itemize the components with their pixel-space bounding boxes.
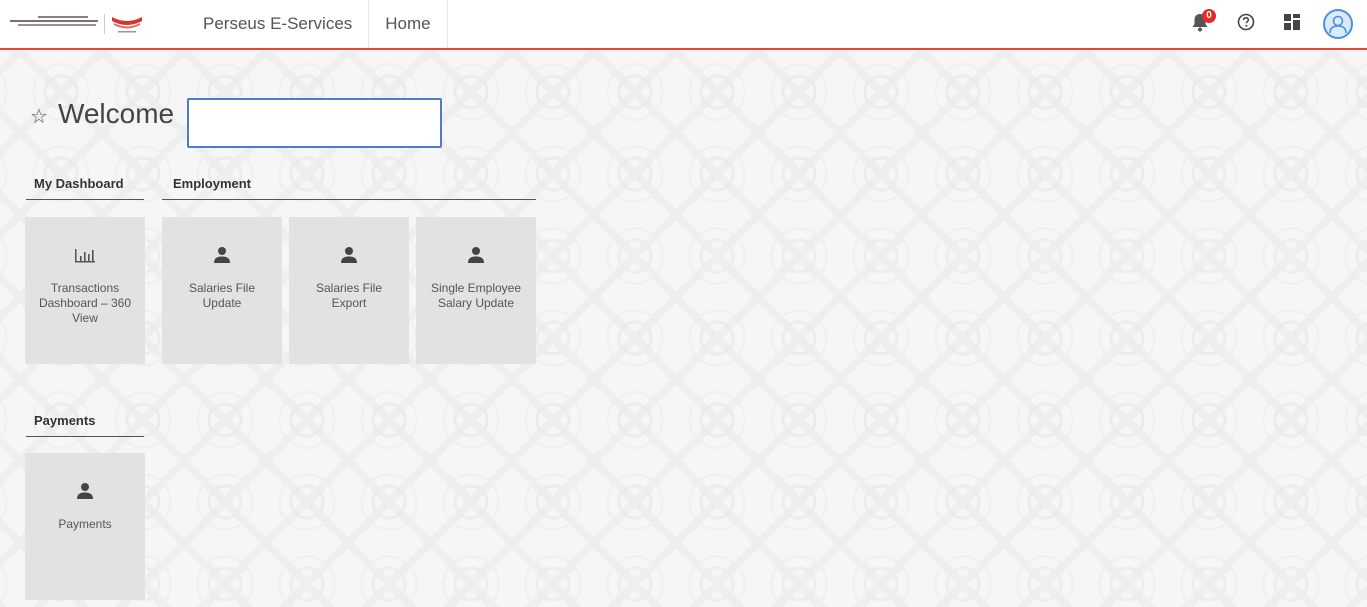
header-actions: 0 (1173, 0, 1357, 48)
section-divider (162, 199, 536, 200)
person-icon (76, 479, 94, 503)
star-icon[interactable]: ☆ (30, 104, 48, 129)
top-navbar: Perseus E-Services Home 0 (0, 0, 1367, 50)
tile-salaries-file-update[interactable]: Salaries File Update (162, 217, 282, 364)
help-circle-icon (1237, 13, 1255, 36)
section-divider (26, 436, 144, 437)
user-menu-button[interactable] (1319, 0, 1357, 48)
logo[interactable] (0, 0, 155, 48)
person-icon (340, 243, 358, 267)
apps-button[interactable] (1273, 0, 1311, 48)
main-content: ☆ Welcome My Dashboard Transactions Dash… (0, 51, 1367, 607)
welcome-heading: ☆ Welcome (30, 98, 174, 130)
notification-badge: 0 (1202, 9, 1216, 23)
tile-payments[interactable]: Payments (25, 453, 145, 600)
tile-label: Transactions Dashboard – 360 View (38, 281, 132, 325)
tile-salaries-file-export[interactable]: Salaries File Export (289, 217, 409, 364)
tile-single-employee-salary-update[interactable]: Single Employee Salary Update (416, 217, 536, 364)
section-payments-label: Payments (34, 413, 96, 428)
help-button[interactable] (1227, 0, 1265, 48)
tile-label: Payments (58, 517, 112, 531)
tile-label: Salaries File Export (315, 281, 383, 310)
user-avatar-icon (1323, 9, 1353, 39)
section-employment-label: Employment (173, 176, 252, 191)
person-icon (467, 243, 485, 267)
bar-chart-icon (75, 243, 95, 267)
welcome-name-input[interactable] (187, 98, 442, 148)
person-icon (213, 243, 231, 267)
home-link[interactable]: Home (369, 0, 448, 48)
section-divider (26, 199, 144, 200)
tile-label: Salaries File Update (188, 281, 256, 310)
tile-transactions-dashboard[interactable]: Transactions Dashboard – 360 View (25, 217, 145, 364)
app-title: Perseus E-Services (203, 0, 370, 48)
apps-grid-icon (1284, 13, 1300, 35)
tile-label: Single Employee Salary Update (430, 281, 522, 310)
section-my-dashboard-label: My Dashboard (34, 176, 124, 191)
notifications-button[interactable]: 0 (1181, 0, 1219, 48)
welcome-text: Welcome (57, 98, 175, 129)
